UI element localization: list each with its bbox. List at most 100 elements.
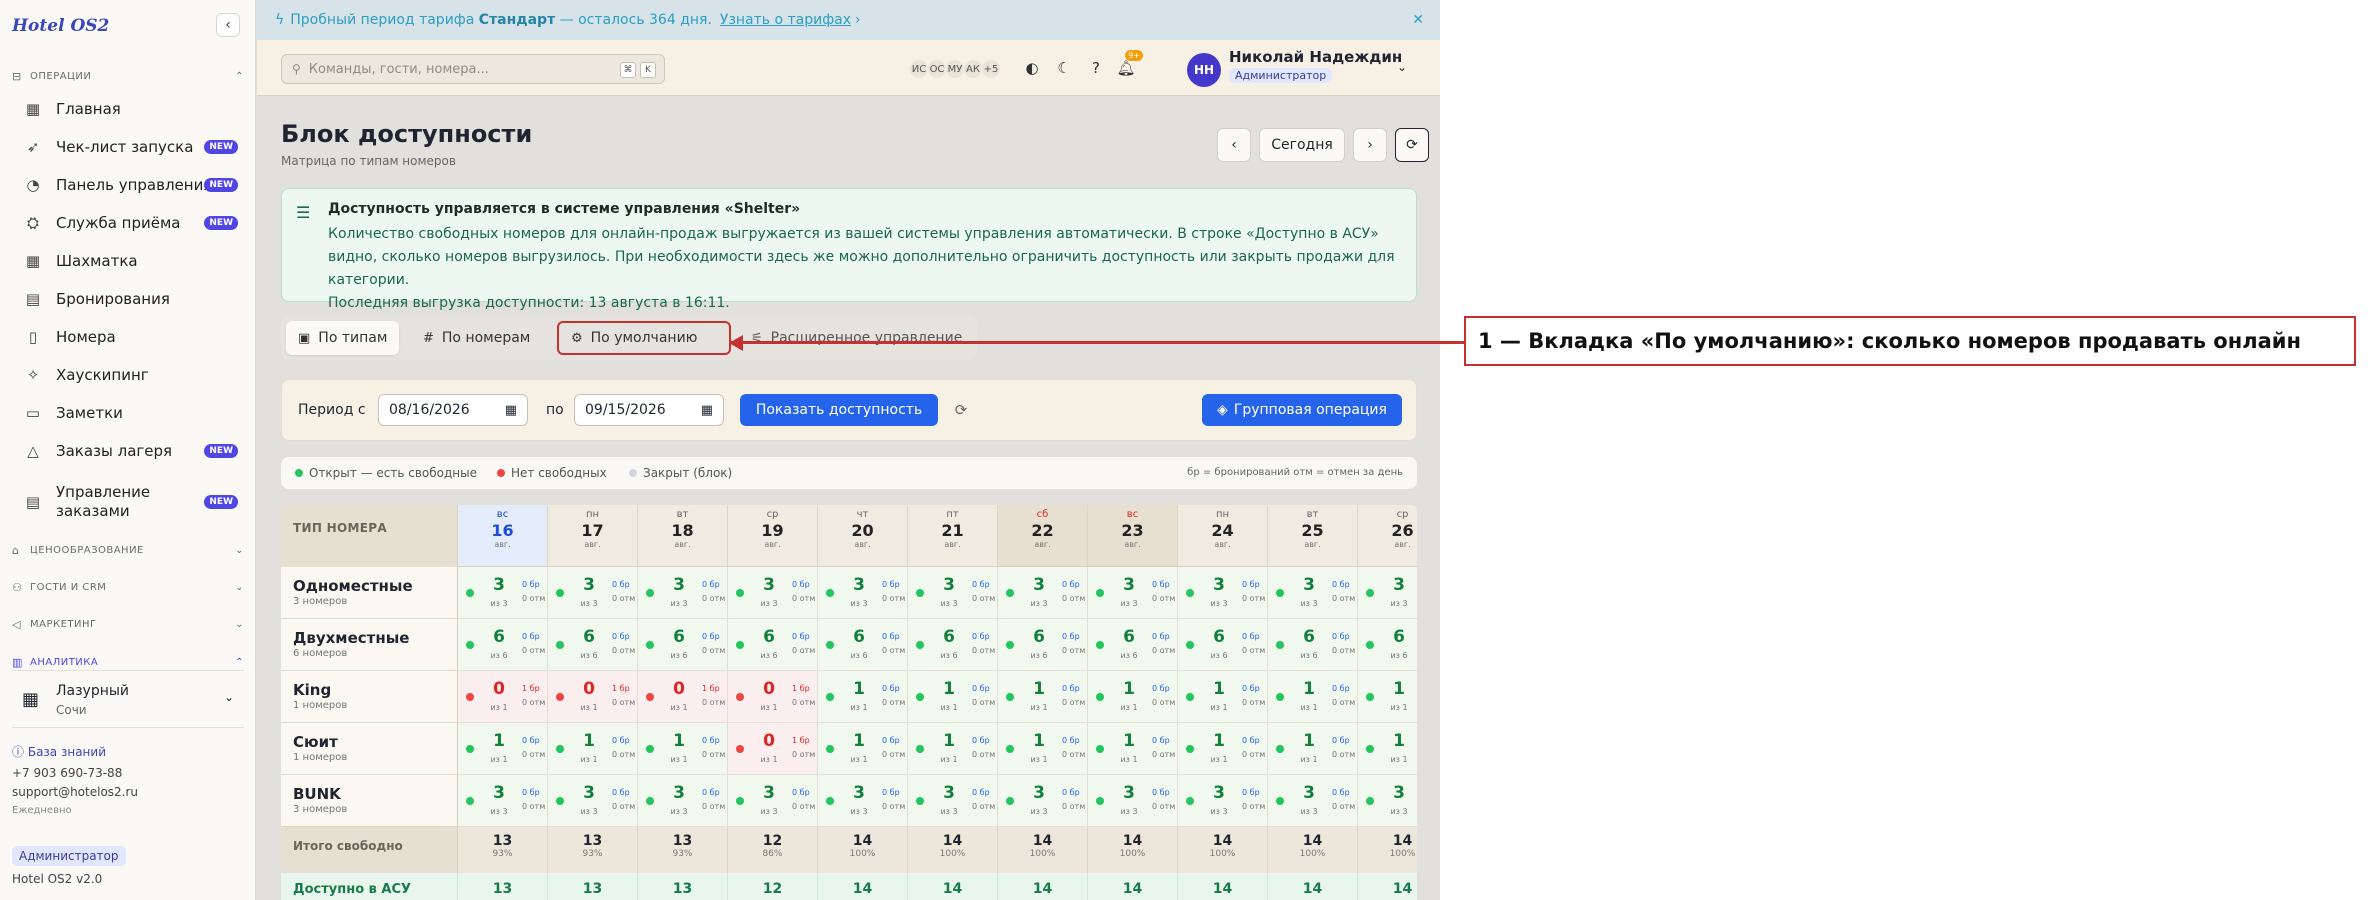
- availability-cell[interactable]: 3из 30 бр0 отм: [728, 775, 818, 827]
- availability-cell[interactable]: 6из 60 бр0 отм: [1178, 619, 1268, 671]
- group-operation-button[interactable]: ◈ Групповая операция: [1202, 394, 1402, 426]
- availability-cell[interactable]: 6из 60 бр0 отм: [458, 619, 548, 671]
- knowledge-base-link[interactable]: ⓘ База знаний: [12, 743, 106, 760]
- availability-cell[interactable]: 1из 10 бр0 отм: [638, 723, 728, 775]
- availability-cell[interactable]: 3из 30 бр0 отм: [908, 775, 998, 827]
- refresh-button[interactable]: ⟳: [1395, 128, 1429, 162]
- sidebar-item[interactable]: ➶ Чек-лист запуска NEW: [10, 132, 246, 162]
- tab-advanced[interactable]: ⚟ Расширенное управление: [739, 321, 974, 355]
- availability-cell[interactable]: 6из 60 бр0 отм: [818, 619, 908, 671]
- availability-cell[interactable]: 6из 60 бр0 отм: [908, 619, 998, 671]
- user-avatar[interactable]: НН: [1187, 53, 1221, 87]
- availability-cell[interactable]: 3из 30 бр0 отм: [1268, 567, 1358, 619]
- sidebar-item[interactable]: ◔ Панель управления NEW: [10, 170, 246, 200]
- show-availability-button[interactable]: Показать доступность: [740, 394, 938, 426]
- sidebar-item[interactable]: ⛭ Служба приёма NEW: [10, 208, 246, 238]
- availability-cell[interactable]: 3из 30 бр0 отм: [998, 567, 1088, 619]
- availability-cell[interactable]: 1из 10 бр0 отм: [998, 671, 1088, 723]
- sidebar-item[interactable]: ▤ Бронирования: [10, 284, 246, 314]
- availability-cell[interactable]: 0 из 1 1 бр 0 отм: [638, 671, 728, 723]
- availability-cell[interactable]: 1из 10 бр0 отм: [1178, 723, 1268, 775]
- section-header[interactable]: ⚇ ГОСТИ И CRM ⌄: [12, 579, 244, 595]
- availability-cell[interactable]: 1из 10 бр0 отм: [1268, 723, 1358, 775]
- availability-cell[interactable]: 0 из 1 1 бр 0 отм: [458, 671, 548, 723]
- reset-icon[interactable]: ⟳: [948, 397, 974, 423]
- pricing-link[interactable]: Узнать о тарифах: [720, 12, 851, 28]
- availability-cell[interactable]: 1из 10 бр0 отм: [548, 723, 638, 775]
- sidebar-item[interactable]: ✧ Хаускипинг: [10, 360, 246, 390]
- availability-cell[interactable]: 3из 30 бр0 отм: [458, 567, 548, 619]
- availability-cell[interactable]: 1из 10 бр0 отм: [1268, 671, 1358, 723]
- close-icon[interactable]: ✕: [1412, 12, 1424, 28]
- next-period-button[interactable]: ›: [1353, 128, 1387, 162]
- availability-cell[interactable]: 3из 30 бр0 отм: [548, 775, 638, 827]
- availability-cell[interactable]: 1из 10 бр0 отм: [1178, 671, 1268, 723]
- availability-cell[interactable]: 1из 10 бр0 отм: [1088, 723, 1178, 775]
- availability-cell[interactable]: 3из 30 бр0 отм: [728, 567, 818, 619]
- availability-cell[interactable]: 1из 10 бр0 отм: [1088, 671, 1178, 723]
- sidebar-item[interactable]: ▦ Шахматка: [10, 246, 246, 276]
- availability-cell[interactable]: 3из 30 бр0 отм: [1358, 567, 1417, 619]
- sidebar-item[interactable]: ▤ Управление заказами NEW: [10, 480, 246, 524]
- sidebar-item[interactable]: ▭ Заметки: [10, 398, 246, 428]
- availability-cell[interactable]: 3из 30 бр0 отм: [1268, 775, 1358, 827]
- availability-cell[interactable]: 3из 30 бр0 отм: [1358, 775, 1417, 827]
- sidebar-item[interactable]: ▦ Главная: [10, 94, 246, 124]
- availability-cell[interactable]: 6из 60 бр0 отм: [548, 619, 638, 671]
- availability-cell[interactable]: 1из 10 бр0 отм: [998, 723, 1088, 775]
- collapse-sidebar-button[interactable]: ‹: [216, 13, 240, 37]
- availability-cell[interactable]: 6из 60 бр0 отм: [1358, 619, 1417, 671]
- help-icon[interactable]: ?: [1083, 55, 1109, 81]
- availability-cell[interactable]: 3из 30 бр0 отм: [998, 775, 1088, 827]
- moon-icon[interactable]: ☾: [1051, 55, 1077, 81]
- availability-cell[interactable]: 0 из 1 1 бр 0 отм: [728, 723, 818, 775]
- availability-cell[interactable]: 6из 60 бр0 отм: [728, 619, 818, 671]
- availability-cell[interactable]: 3из 30 бр0 отм: [1178, 775, 1268, 827]
- availability-cell[interactable]: 6из 60 бр0 отм: [1268, 619, 1358, 671]
- prev-period-button[interactable]: ‹: [1217, 128, 1251, 162]
- section-header[interactable]: ▥ АНАЛИТИКА ⌃: [12, 654, 244, 670]
- palette-icon[interactable]: ◐: [1019, 55, 1045, 81]
- availability-cell[interactable]: 0 из 1 1 бр 0 отм: [728, 671, 818, 723]
- availability-cell[interactable]: 1из 10 бр0 отм: [908, 723, 998, 775]
- availability-cell[interactable]: 3из 30 бр0 отм: [818, 567, 908, 619]
- status-dot: [1006, 693, 1014, 701]
- availability-cell[interactable]: 3из 30 бр0 отм: [818, 775, 908, 827]
- availability-cell[interactable]: 6из 60 бр0 отм: [1088, 619, 1178, 671]
- availability-cell[interactable]: 1из 10 бр0 отм: [908, 671, 998, 723]
- tab-default[interactable]: ⚙ По умолчанию: [557, 321, 731, 355]
- section-operations[interactable]: ⊟ ОПЕРАЦИИ ⌃: [12, 68, 244, 84]
- search-input[interactable]: ⚲ Команды, гости, номера... ⌘ K: [281, 54, 665, 84]
- availability-cell[interactable]: 0 из 1 1 бр 0 отм: [548, 671, 638, 723]
- notifications-button[interactable]: 🔔︎ 9+: [1113, 50, 1143, 81]
- today-button[interactable]: Сегодня: [1259, 128, 1345, 162]
- user-name[interactable]: Николай Надеждин: [1229, 48, 1402, 66]
- sidebar-item[interactable]: △ Заказы лагеря NEW: [10, 436, 246, 466]
- online-users[interactable]: ИС ОС МУ АК +5: [909, 59, 1001, 79]
- availability-cell[interactable]: 6из 60 бр0 отм: [638, 619, 728, 671]
- free-count: 3: [763, 783, 775, 803]
- availability-cell[interactable]: 1из 10 бр0 отм: [458, 723, 548, 775]
- availability-cell[interactable]: 1из 10 бр0 отм: [1358, 723, 1417, 775]
- availability-cell[interactable]: 1из 10 бр0 отм: [1358, 671, 1417, 723]
- section-header[interactable]: ◁ МАРКЕТИНГ ⌄: [12, 616, 244, 632]
- availability-cell[interactable]: 3из 30 бр0 отм: [638, 775, 728, 827]
- availability-cell[interactable]: 3из 30 бр0 отм: [458, 775, 548, 827]
- availability-cell[interactable]: 6из 60 бр0 отм: [998, 619, 1088, 671]
- availability-cell[interactable]: 1из 10 бр0 отм: [818, 671, 908, 723]
- tab-by-types[interactable]: ▣ По типам: [286, 321, 400, 355]
- availability-cell[interactable]: 3из 30 бр0 отм: [548, 567, 638, 619]
- sidebar-item[interactable]: ▯ Номера: [10, 322, 246, 352]
- hotel-switcher[interactable]: ▦ Лазурный Сочи ⌄: [12, 670, 244, 728]
- chevron-down-icon[interactable]: ⌄: [1397, 60, 1407, 74]
- availability-cell[interactable]: 3из 30 бр0 отм: [638, 567, 728, 619]
- availability-cell[interactable]: 1из 10 бр0 отм: [818, 723, 908, 775]
- availability-cell[interactable]: 3из 30 бр0 отм: [1178, 567, 1268, 619]
- date-from-input[interactable]: 08/16/2026 ▦: [378, 394, 528, 426]
- availability-cell[interactable]: 3из 30 бр0 отм: [1088, 775, 1178, 827]
- availability-cell[interactable]: 3из 30 бр0 отм: [1088, 567, 1178, 619]
- date-to-input[interactable]: 09/15/2026 ▦: [574, 394, 724, 426]
- tab-by-rooms[interactable]: # По номерам: [411, 321, 542, 355]
- availability-cell[interactable]: 3из 30 бр0 отм: [908, 567, 998, 619]
- section-header[interactable]: ⌂ ЦЕНООБРАЗОВАНИЕ ⌄: [12, 542, 244, 558]
